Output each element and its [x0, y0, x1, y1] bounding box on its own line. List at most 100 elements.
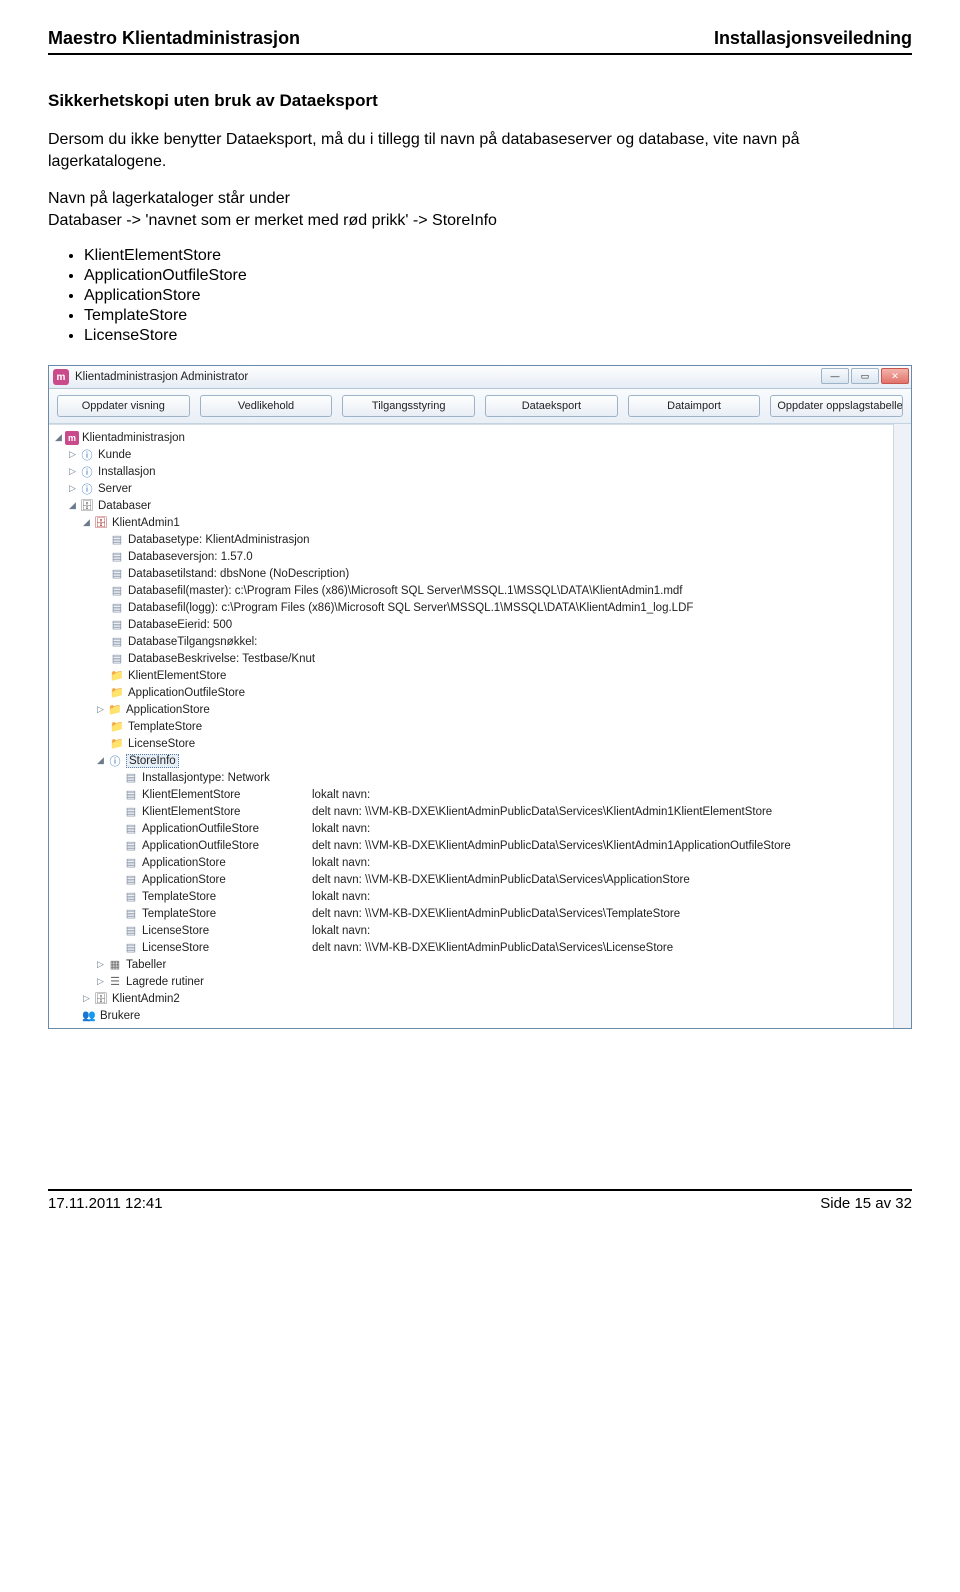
tree-item-db1[interactable]: ◢ 🗄 KlientAdmin1 [53, 514, 891, 531]
folder-icon: 📁 [109, 669, 125, 683]
property-icon: ▤ [123, 839, 139, 853]
expander-icon[interactable]: ◢ [81, 517, 92, 528]
tree-folder[interactable]: ▷📁ApplicationStore [53, 701, 891, 718]
storeinfo-value: lokalt navn: [312, 823, 370, 835]
expander-icon[interactable]: ▷ [95, 976, 106, 987]
tree-prop[interactable]: ▤Databaseversjon: 1.57.0 [53, 548, 891, 565]
tree-prop-kv[interactable]: ▤TemplateStorelokalt navn: [53, 888, 891, 905]
list-item: KlientElementStore [84, 247, 912, 265]
property-icon: ▤ [123, 924, 139, 938]
toolbar-button[interactable]: Oppdater visning [57, 395, 190, 417]
info-icon: ⓘ [79, 482, 95, 496]
tree-item[interactable]: ▷☰Lagrede rutiner [53, 973, 891, 990]
storeinfo-value: lokalt navn: [312, 925, 370, 937]
tree-prop[interactable]: ▤DatabaseEierid: 500 [53, 616, 891, 633]
tree-prop-kv[interactable]: ▤LicenseStorelokalt navn: [53, 922, 891, 939]
tree-prop-kv[interactable]: ▤KlientElementStorelokalt navn: [53, 786, 891, 803]
storeinfo-key: LicenseStore [142, 925, 312, 937]
property-icon: ▤ [109, 567, 125, 581]
tree-item-root[interactable]: ◢ m Klientadministrasjon [53, 429, 891, 446]
property-icon: ▤ [123, 771, 139, 785]
tree-prop[interactable]: ▤Databasetilstand: dbsNone (NoDescriptio… [53, 565, 891, 582]
expander-icon[interactable]: ▷ [95, 704, 106, 715]
tree-prop[interactable]: ▤Installasjontype: Network [53, 769, 891, 786]
property-icon: ▤ [123, 788, 139, 802]
header-left: Maestro Klientadministrasjon [48, 28, 300, 49]
table-icon: ▦ [107, 958, 123, 972]
storeinfo-value: delt navn: \\VM-KB-DXE\KlientAdminPublic… [312, 874, 690, 886]
folder-icon: 📁 [109, 686, 125, 700]
tree-folder[interactable]: 📁KlientElementStore [53, 667, 891, 684]
expander-icon[interactable]: ▷ [67, 449, 78, 460]
tree-item[interactable]: ▷ ⓘ Kunde [53, 446, 891, 463]
property-icon: ▤ [109, 618, 125, 632]
toolbar-button[interactable]: Oppdater oppslagstabeller [770, 395, 903, 417]
tree-item-databaser[interactable]: ◢ 🗄 Databaser [53, 497, 891, 514]
window-title: Klientadministrasjon Administrator [75, 371, 248, 383]
tree-prop-kv[interactable]: ▤ApplicationStoredelt navn: \\VM-KB-DXE\… [53, 871, 891, 888]
routines-icon: ☰ [107, 975, 123, 989]
app-icon: m [53, 369, 69, 385]
tree-folder[interactable]: 📁ApplicationOutfileStore [53, 684, 891, 701]
property-icon: ▤ [109, 584, 125, 598]
expander-icon[interactable]: ◢ [67, 500, 78, 511]
tree-prop-kv[interactable]: ▤ApplicationOutfileStoredelt navn: \\VM-… [53, 837, 891, 854]
paragraph-2: Navn på lagerkataloger står under Databa… [48, 188, 912, 231]
list-item: ApplicationOutfileStore [84, 267, 912, 285]
tree-item[interactable]: ▷ ⓘ Server [53, 480, 891, 497]
toolbar-button[interactable]: Dataimport [628, 395, 761, 417]
property-icon: ▤ [123, 822, 139, 836]
tree-folder[interactable]: 📁LicenseStore [53, 735, 891, 752]
toolbar-button[interactable]: Tilgangsstyring [342, 395, 475, 417]
tree-prop[interactable]: ▤Databasetype: KlientAdministrasjon [53, 531, 891, 548]
tree-view[interactable]: ◢ m Klientadministrasjon ▷ ⓘ Kunde ▷ ⓘ I… [49, 424, 893, 1028]
vertical-scrollbar[interactable] [893, 424, 911, 1028]
app-node-icon: m [65, 431, 79, 445]
titlebar[interactable]: m Klientadministrasjon Administrator — ▭… [49, 366, 911, 389]
storeinfo-value: delt navn: \\VM-KB-DXE\KlientAdminPublic… [312, 942, 673, 954]
info-icon: ⓘ [79, 465, 95, 479]
expander-icon[interactable]: ◢ [53, 432, 64, 443]
tree-prop[interactable]: ▤Databasefil(logg): c:\Program Files (x8… [53, 599, 891, 616]
tree-item-storeinfo[interactable]: ◢ ⓘ StoreInfo [53, 752, 891, 769]
expander-icon[interactable]: ▷ [95, 959, 106, 970]
minimize-button[interactable]: — [821, 368, 849, 384]
tree-prop-kv[interactable]: ▤ApplicationStorelokalt navn: [53, 854, 891, 871]
storeinfo-value: delt navn: \\VM-KB-DXE\KlientAdminPublic… [312, 908, 680, 920]
tree-prop-kv[interactable]: ▤LicenseStoredelt navn: \\VM-KB-DXE\Klie… [53, 939, 891, 956]
database-icon: 🗄 [79, 499, 95, 513]
database-icon: 🗄 [93, 992, 109, 1006]
folder-icon: 📁 [109, 737, 125, 751]
maximize-button[interactable]: ▭ [851, 368, 879, 384]
tree-item-brukere[interactable]: 👥Brukere [53, 1007, 891, 1024]
expander-icon[interactable]: ▷ [81, 993, 92, 1004]
info-icon: ⓘ [79, 448, 95, 462]
tree-prop-kv[interactable]: ▤KlientElementStoredelt navn: \\VM-KB-DX… [53, 803, 891, 820]
info-icon: ⓘ [107, 754, 123, 768]
close-button[interactable]: ✕ [881, 368, 909, 384]
doc-footer: 17.11.2011 12:41 Side 15 av 32 [48, 1189, 912, 1212]
tree-item[interactable]: ▷▦Tabeller [53, 956, 891, 973]
expander-icon[interactable]: ◢ [95, 755, 106, 766]
property-icon: ▤ [123, 873, 139, 887]
storeinfo-key: TemplateStore [142, 908, 312, 920]
storeinfo-value: delt navn: \\VM-KB-DXE\KlientAdminPublic… [312, 806, 772, 818]
toolbar-button[interactable]: Dataeksport [485, 395, 618, 417]
folder-icon: 📁 [109, 720, 125, 734]
tree-item[interactable]: ▷ ⓘ Installasjon [53, 463, 891, 480]
property-icon: ▤ [109, 550, 125, 564]
tree-folder[interactable]: 📁TemplateStore [53, 718, 891, 735]
tree-prop-kv[interactable]: ▤TemplateStoredelt navn: \\VM-KB-DXE\Kli… [53, 905, 891, 922]
app-window: m Klientadministrasjon Administrator — ▭… [48, 365, 912, 1029]
doc-header: Maestro Klientadministrasjon Installasjo… [48, 28, 912, 55]
database-red-icon: 🗄 [93, 516, 109, 530]
property-icon: ▤ [109, 601, 125, 615]
tree-prop[interactable]: ▤DatabaseTilgangsnøkkel: [53, 633, 891, 650]
expander-icon[interactable]: ▷ [67, 466, 78, 477]
expander-icon[interactable]: ▷ [67, 483, 78, 494]
tree-prop-kv[interactable]: ▤ApplicationOutfileStorelokalt navn: [53, 820, 891, 837]
toolbar-button[interactable]: Vedlikehold [200, 395, 333, 417]
tree-item-db2[interactable]: ▷🗄KlientAdmin2 [53, 990, 891, 1007]
tree-prop[interactable]: ▤DatabaseBeskrivelse: Testbase/Knut [53, 650, 891, 667]
tree-prop[interactable]: ▤Databasefil(master): c:\Program Files (… [53, 582, 891, 599]
